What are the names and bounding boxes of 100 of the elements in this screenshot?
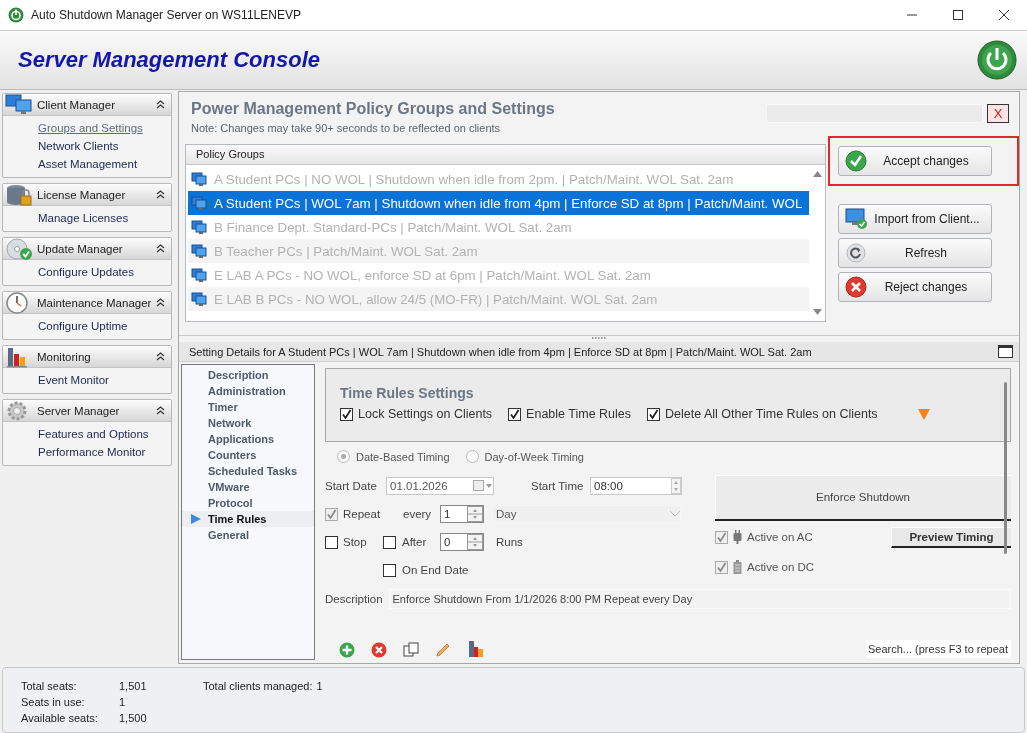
radio-label: Day-of-Week Timing <box>484 450 584 463</box>
date-field[interactable]: 01.01.2026 <box>386 477 494 495</box>
monitors-icon <box>5 93 33 116</box>
field-label: Start Time <box>531 480 585 492</box>
console-title: Server Management Console <box>18 47 321 73</box>
settings-nav-item[interactable]: Protocol <box>182 495 314 511</box>
checkbox[interactable] <box>383 563 396 577</box>
status-label: Total seats: <box>21 680 78 692</box>
nav-link[interactable]: Configure Uptime <box>38 318 171 334</box>
add-icon[interactable] <box>339 642 355 658</box>
settings-nav-item[interactable]: Applications <box>182 431 314 447</box>
spin-field[interactable]: 0 <box>440 533 484 551</box>
nav-link[interactable]: Configure Updates <box>38 264 171 280</box>
checkbox[interactable] <box>325 535 338 549</box>
checkbox[interactable] <box>325 507 338 521</box>
spin-field[interactable]: 1 <box>440 505 484 523</box>
checkbox-label: Active on AC <box>747 531 813 543</box>
maximize-icon[interactable] <box>953 10 963 20</box>
checkbox-label: On End Date <box>402 564 469 576</box>
checkbox[interactable] <box>383 535 396 549</box>
delete-icon[interactable] <box>371 642 387 658</box>
section-header[interactable]: License Manager <box>3 184 171 206</box>
checkbox-label: Active on DC <box>747 561 815 573</box>
checkbox-label: Delete All Other Time Rules on Clients <box>665 407 878 421</box>
settings-nav-item[interactable]: Timer <box>182 399 314 415</box>
splitter-handle-icon[interactable] <box>592 336 606 340</box>
close-panel-button[interactable]: X <box>987 103 1009 123</box>
checkbox[interactable] <box>340 407 353 421</box>
bar-chart-icon[interactable] <box>467 640 485 658</box>
collapse-icon[interactable] <box>156 190 165 199</box>
note-text: Note: Changes may take 90+ seconds to be reflected on clients <box>191 122 502 134</box>
app-icon <box>8 7 24 23</box>
radio-button[interactable] <box>337 450 350 463</box>
time-field[interactable]: 08:00 <box>590 477 682 495</box>
section-header[interactable]: Server Manager <box>3 400 171 422</box>
section-header[interactable]: Client Manager <box>3 94 171 116</box>
monitor-check-icon <box>845 208 869 230</box>
nav-link[interactable]: Event Monitor <box>38 372 171 388</box>
enforce-shutdown-button[interactable]: Enforce Shutdown <box>715 475 1011 521</box>
settings-nav-item[interactable]: General <box>182 527 314 543</box>
settings-nav-item[interactable]: Counters <box>182 447 314 463</box>
checkbox[interactable] <box>715 560 728 574</box>
section-title: License Manager <box>37 188 127 201</box>
settings-nav-item[interactable]: Network <box>182 415 314 431</box>
action-button[interactable]: Refresh <box>838 238 992 268</box>
nav-link[interactable]: Manage Licenses <box>38 210 171 226</box>
status-value: 1 <box>119 696 127 708</box>
collapse-icon[interactable] <box>156 100 165 109</box>
scroll-down-icon[interactable] <box>812 309 822 315</box>
nav-link[interactable]: Features and Options <box>38 426 171 442</box>
collapse-icon[interactable] <box>156 244 165 253</box>
monitor-icon <box>191 195 207 211</box>
collapse-icon[interactable] <box>156 298 165 307</box>
settings-nav-item[interactable]: Scheduled Tasks <box>182 463 314 479</box>
checkbox[interactable] <box>715 530 728 544</box>
nav-link[interactable]: Asset Management <box>38 156 171 172</box>
status-value: 1,500 <box>119 712 148 724</box>
checkbox[interactable] <box>508 407 522 421</box>
panel-title: Power Management Policy Groups and Settings <box>191 100 556 118</box>
status-value: 1,501 <box>119 680 148 692</box>
section-header[interactable]: Monitoring <box>3 346 171 368</box>
checkbox-label: Enable Time Rules <box>526 407 632 421</box>
close-icon <box>845 276 867 298</box>
settings-nav-item[interactable]: Administration <box>182 383 314 399</box>
section-title: Maintenance Manager <box>37 296 153 309</box>
spinner-icon <box>671 478 681 494</box>
edit-icon[interactable] <box>435 642 451 658</box>
field-label: every <box>403 508 433 520</box>
search-field[interactable]: Search... (press F3 to repeat <box>866 640 1011 658</box>
close-icon[interactable] <box>999 10 1009 20</box>
action-button[interactable]: Reject changes <box>838 272 992 302</box>
description-field: Enforce Shutdown From 1/1/2026 8:00 PM Repeat every Day <box>388 589 1011 609</box>
collapse-icon[interactable] <box>156 352 165 361</box>
section-title: Monitoring <box>37 350 92 363</box>
checkbox[interactable] <box>647 407 661 421</box>
nav-link[interactable]: Groups and Settings <box>38 120 171 136</box>
settings-nav-item[interactable]: VMware <box>182 479 314 495</box>
nav-link[interactable]: Network Clients <box>38 138 171 154</box>
radio-button[interactable] <box>465 450 479 463</box>
status-label: Seats in use: <box>21 696 86 708</box>
settings-nav-item[interactable]: Time Rules <box>182 511 314 527</box>
preview-timing-button[interactable]: Preview Timing <box>891 526 1011 548</box>
nav-link[interactable]: Performance Monitor <box>38 444 171 460</box>
section-header[interactable]: Update Manager <box>3 238 171 260</box>
action-button[interactable]: Import from Client... <box>838 204 992 234</box>
maximize-icon[interactable] <box>998 345 1013 358</box>
section-title: Server Manager <box>37 404 121 417</box>
settings-nav-item[interactable]: Description <box>182 367 314 383</box>
calendar-icon[interactable] <box>473 480 493 492</box>
collapse-icon[interactable] <box>156 406 165 415</box>
monitor-icon <box>191 243 207 259</box>
field-label: Runs <box>496 536 523 548</box>
field-label: Description <box>325 593 383 605</box>
action-button[interactable]: Accept changes <box>838 146 992 176</box>
copy-icon[interactable] <box>403 642 419 658</box>
section-header[interactable]: Maintenance Manager <box>3 292 171 314</box>
monitor-icon <box>191 267 207 283</box>
triangle-pointer-icon <box>190 514 202 524</box>
policy-group-row[interactable]: A Student PCs | WOL 7am | Shutdown when idle from 4pm | Enforce SD at 8pm | Patch/Maint. WOL <box>188 191 809 215</box>
scroll-up-icon[interactable] <box>812 171 822 177</box>
